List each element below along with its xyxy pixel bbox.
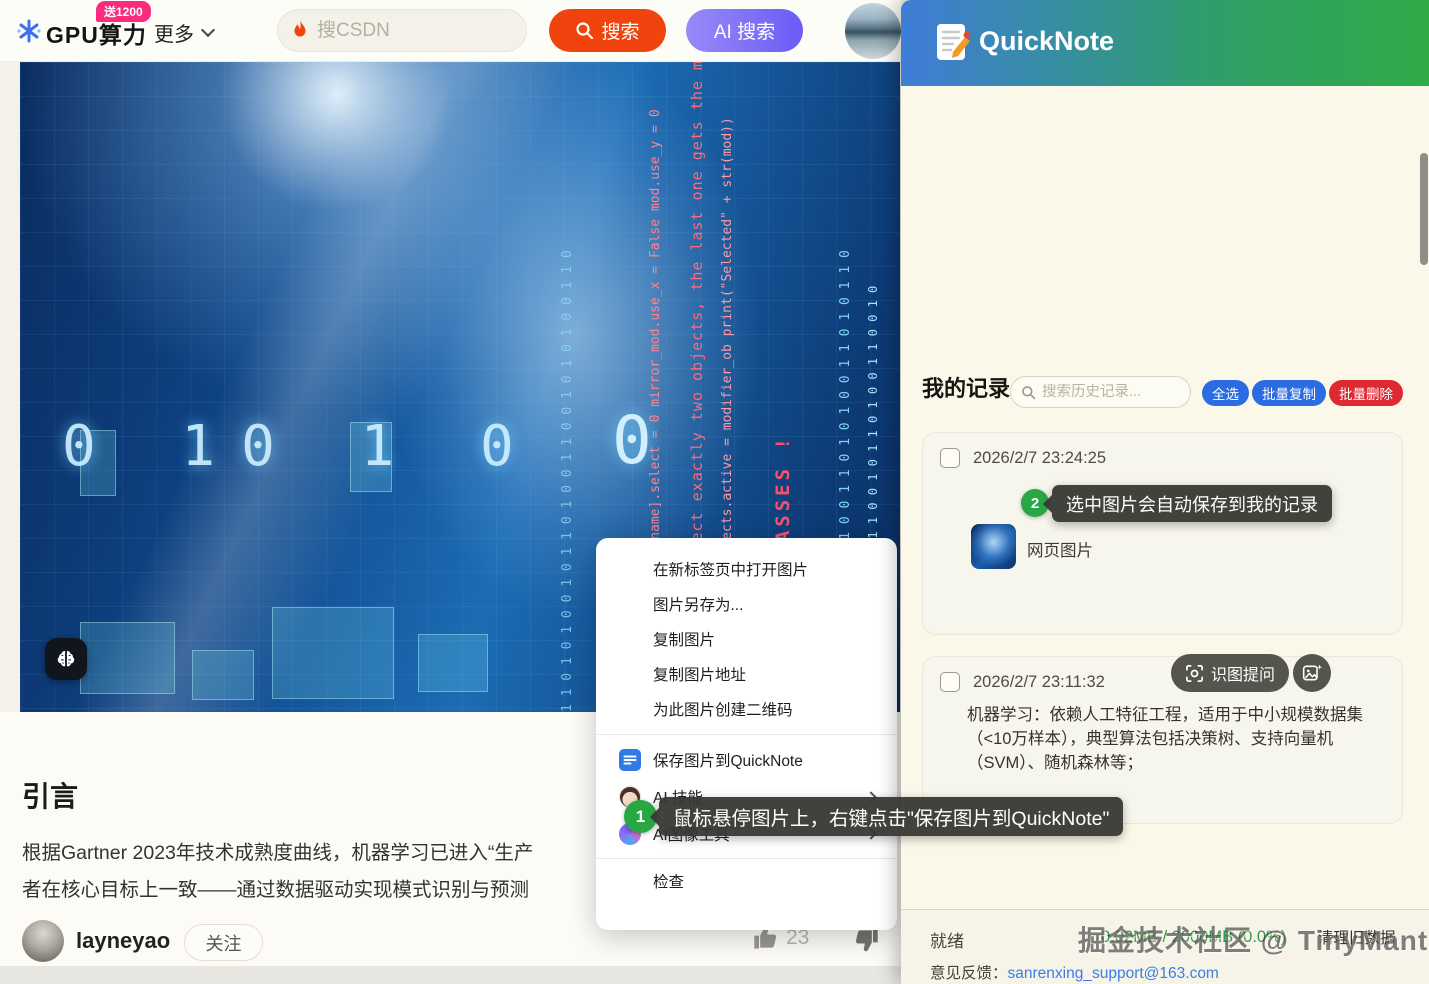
hero-block xyxy=(418,634,488,692)
image-question-label: 识图提问 xyxy=(1211,661,1275,685)
guide-step-2-tooltip: 选中图片会自动保存到我的记录 xyxy=(1052,485,1332,522)
record-timestamp: 2026/2/7 23:11:32 xyxy=(973,673,1105,692)
search-icon xyxy=(575,21,594,40)
search-button[interactable]: 搜索 xyxy=(549,9,666,52)
guide-step-1-text: 鼠标悬停图片上，右键点击"保存图片到QuickNote" xyxy=(673,802,1109,831)
author-avatar[interactable] xyxy=(22,920,64,962)
article-paragraph: 根据Gartner 2023年技术成熟度曲线，机器学习已进入“生产 xyxy=(22,836,600,865)
feedback-row: 意见反馈：sanrenxing_support@163.com xyxy=(930,961,1219,983)
chevron-down-icon xyxy=(201,23,215,37)
dislike-button[interactable] xyxy=(852,926,880,954)
image-question-button[interactable]: 识图提问 xyxy=(1171,654,1289,692)
menu-item-copy-image[interactable]: 复制图片 xyxy=(596,623,897,658)
menu-separator xyxy=(596,858,897,859)
page-background-strip xyxy=(0,966,901,984)
status-ready: 就绪 xyxy=(930,927,964,952)
menu-item-create-qr-code[interactable]: 为此图片创建二维码 xyxy=(596,693,897,728)
flame-icon xyxy=(292,20,309,41)
image-sparkle-icon xyxy=(1302,663,1322,683)
screen: GPU算力 送1200 更多 搜索 AI 搜索 xyxy=(0,0,1429,984)
records-search-box[interactable] xyxy=(1010,376,1191,408)
record-image-thumbnail[interactable] xyxy=(971,524,1016,569)
menu-item-save-image-as[interactable]: 图片另存为... xyxy=(596,588,897,623)
ai-search-button-label: AI 搜索 xyxy=(714,17,775,44)
follow-button[interactable]: 关注 xyxy=(184,924,263,961)
feedback-label: 意见反馈： xyxy=(930,965,1008,982)
ai-search-button[interactable]: AI 搜索 xyxy=(686,9,803,52)
site-search-input[interactable] xyxy=(317,20,562,42)
record-checkbox[interactable] xyxy=(940,448,960,468)
brain-icon xyxy=(55,649,77,669)
hero-big-zero: 0 xyxy=(612,402,652,479)
menu-item-save-to-quicknote[interactable]: 保存图片到QuickNote xyxy=(596,741,897,778)
panel-status-bar: 就绪 0.02MB / 2000MB (0.0%) 清理旧数据 意见反馈：san… xyxy=(901,909,1429,984)
article-heading: 引言 xyxy=(22,775,78,815)
hero-big-digits: 0 10 1 0 xyxy=(62,414,540,479)
ai-image-hover-button[interactable] xyxy=(45,638,87,680)
site-header: GPU算力 送1200 更多 搜索 AI 搜索 xyxy=(0,0,901,62)
batch-delete-button[interactable]: 批量删除 xyxy=(1329,380,1403,406)
user-avatar[interactable] xyxy=(845,3,901,59)
menu-item-inspect[interactable]: 检查 xyxy=(596,865,897,900)
guide-step-1-tooltip: 鼠标悬停图片上，右键点击"保存图片到QuickNote" xyxy=(659,797,1123,836)
follow-button-label: 关注 xyxy=(206,930,242,956)
feedback-email-link[interactable]: sanrenxing_support@163.com xyxy=(1008,965,1219,982)
thumbs-down-icon xyxy=(852,926,880,954)
clean-old-data-link[interactable]: 清理旧数据 xyxy=(1318,926,1396,948)
menu-item-open-image-new-tab[interactable]: 在新标签页中打开图片 xyxy=(596,553,897,588)
hero-binary-text: 1 1 0 1 0 1 0 0 1 0 1 1 0 1 0 0 1 1 0 0 … xyxy=(560,62,575,712)
quicknote-note-icon xyxy=(618,748,642,772)
batch-copy-button[interactable]: 批量复制 xyxy=(1252,380,1326,406)
scan-image-icon xyxy=(1185,664,1204,683)
quicknote-header: QuickNote xyxy=(901,0,1429,86)
article-paragraph: 者在核心目标上一致——通过数据驱动实现模式识别与预测 xyxy=(22,873,600,902)
quicknote-logo-icon xyxy=(935,22,971,64)
panel-scrollbar-thumb[interactable] xyxy=(1420,153,1428,265)
my-records-heading: 我的记录 xyxy=(922,371,1010,403)
menu-item-copy-image-address[interactable]: 复制图片地址 xyxy=(596,658,897,693)
menu-separator xyxy=(596,734,897,735)
hero-block xyxy=(192,650,254,700)
record-image-label: 网页图片 xyxy=(1027,537,1093,561)
gpu-logo-icon xyxy=(16,18,42,44)
records-search-input[interactable] xyxy=(1042,384,1180,400)
hero-block xyxy=(80,622,175,694)
record-checkbox[interactable] xyxy=(940,672,960,692)
quicknote-title: QuickNote xyxy=(979,26,1114,57)
search-button-label: 搜索 xyxy=(601,17,639,44)
more-menu[interactable]: 更多 xyxy=(154,18,194,47)
select-all-button[interactable]: 全选 xyxy=(1202,380,1249,406)
record-card: 2026/2/7 23:24:25 网页图片 xyxy=(922,432,1403,635)
menu-item-label: 保存图片到QuickNote xyxy=(653,749,803,771)
context-menu: 在新标签页中打开图片 图片另存为... 复制图片 复制图片地址 为此图片创建二维… xyxy=(596,538,897,930)
author-name[interactable]: layneyao xyxy=(76,928,170,954)
record-text: 机器学习：依赖人工特征工程，适用于中小规模数据集（<10万样本），典型算法包括决… xyxy=(967,704,1383,776)
storage-usage: 0.02MB / 2000MB (0.0%) xyxy=(1101,928,1286,947)
hero-block xyxy=(272,607,394,699)
promo-badge: 送1200 xyxy=(96,1,151,22)
record-timestamp: 2026/2/7 23:24:25 xyxy=(973,449,1106,468)
site-search-box[interactable] xyxy=(277,9,527,52)
guide-step-2-text: 选中图片会自动保存到我的记录 xyxy=(1066,491,1318,517)
extract-image-button[interactable] xyxy=(1293,654,1331,692)
search-icon xyxy=(1021,385,1036,400)
